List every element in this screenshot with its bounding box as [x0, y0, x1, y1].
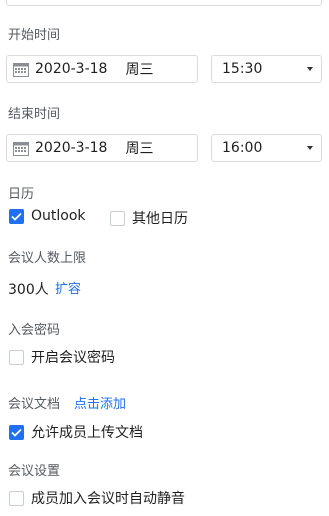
calendar-option-other[interactable]: 其他日历 [110, 208, 188, 228]
end-date-picker[interactable]: 2020-3-18 周三 [6, 134, 198, 162]
calendar-icon [13, 62, 29, 77]
start-date-value: 2020-3-18 [35, 61, 108, 77]
start-weekday-value: 周三 [125, 62, 154, 78]
check-icon [11, 212, 22, 221]
settings-label: 会议设置 [8, 464, 61, 479]
auto-mute-option[interactable]: 成员加入会议时自动静音 [9, 488, 185, 508]
checkbox-unchecked[interactable] [110, 210, 125, 226]
caret-down-icon [307, 146, 313, 150]
previous-field-bottom [6, 0, 322, 6]
add-document-link[interactable]: 点击添加 [74, 396, 126, 414]
calendar-option-outlook[interactable]: Outlook [9, 208, 86, 224]
start-date-picker[interactable]: 2020-3-18 周三 [6, 55, 198, 83]
start-time-label: 开始时间 [8, 28, 61, 43]
allow-upload-label: 允许成员上传文档 [31, 425, 143, 441]
caret-down-icon [307, 67, 313, 71]
capacity-value: 300人 [8, 282, 49, 298]
other-calendar-option-label: 其他日历 [132, 211, 188, 227]
expand-capacity-link[interactable]: 扩容 [55, 281, 81, 299]
end-time-value: 16:00 [222, 140, 263, 156]
end-time-select[interactable]: 16:00 [211, 134, 322, 162]
enable-password-option[interactable]: 开启会议密码 [9, 347, 115, 367]
capacity-label: 会议人数上限 [8, 251, 87, 266]
auto-mute-label: 成员加入会议时自动静音 [31, 491, 185, 507]
checkbox-checked[interactable] [9, 424, 24, 440]
check-icon [11, 428, 22, 437]
end-weekday-value: 周三 [125, 141, 154, 157]
allow-upload-option[interactable]: 允许成员上传文档 [9, 422, 143, 442]
checkbox-unchecked[interactable] [9, 349, 24, 365]
outlook-option-label: Outlook [31, 208, 86, 224]
start-time-select[interactable]: 15:30 [211, 55, 322, 83]
checkbox-unchecked[interactable] [9, 490, 24, 506]
enable-password-label: 开启会议密码 [31, 350, 115, 366]
checkbox-checked[interactable] [9, 208, 24, 224]
start-time-value: 15:30 [222, 61, 263, 77]
calendar-icon [13, 141, 29, 156]
documents-label: 会议文档 [8, 397, 61, 412]
end-time-label: 结束时间 [8, 107, 61, 122]
password-label: 入会密码 [8, 323, 61, 338]
calendar-label: 日历 [8, 187, 35, 202]
end-date-value: 2020-3-18 [35, 140, 108, 156]
